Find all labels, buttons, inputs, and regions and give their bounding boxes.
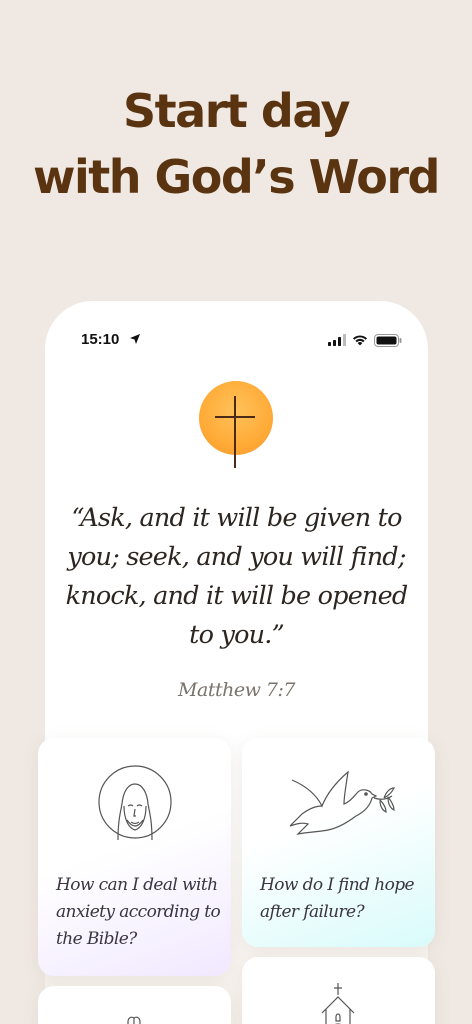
status-time: 15:10: [81, 331, 120, 348]
question-card-3[interactable]: [38, 986, 231, 1024]
wifi-icon: [353, 335, 367, 346]
location-arrow-icon: [130, 334, 140, 344]
dove-icon: [289, 770, 395, 835]
praying-hands-icon: [127, 1016, 141, 1024]
headline: Start day with God’s Word: [0, 78, 472, 210]
headline-line-1: Start day: [123, 84, 350, 138]
status-bar: 15:10: [45, 329, 428, 351]
sun-icon: [199, 381, 273, 455]
question-card-hope[interactable]: How do I find hope after failure?: [242, 738, 435, 947]
headline-line-2: with God’s Word: [33, 150, 441, 204]
question-card-4[interactable]: [242, 957, 435, 1024]
church-icon: [321, 983, 355, 1024]
question-card-anxiety[interactable]: How can I deal with anxiety according to…: [38, 738, 231, 976]
signal-icon: [328, 334, 346, 346]
status-icons: [328, 333, 402, 347]
cross-icon: [234, 396, 236, 468]
card-title: How do I find hope after failure?: [260, 875, 415, 922]
card-title: How can I deal with anxiety according to…: [56, 875, 221, 949]
verse-reference: Matthew 7:7: [178, 679, 295, 701]
jesus-icon: [98, 765, 172, 841]
cross-bar: [215, 416, 255, 418]
verse-text: “Ask, and it will be given to you; seek,…: [65, 503, 409, 650]
battery-icon: [374, 333, 402, 347]
